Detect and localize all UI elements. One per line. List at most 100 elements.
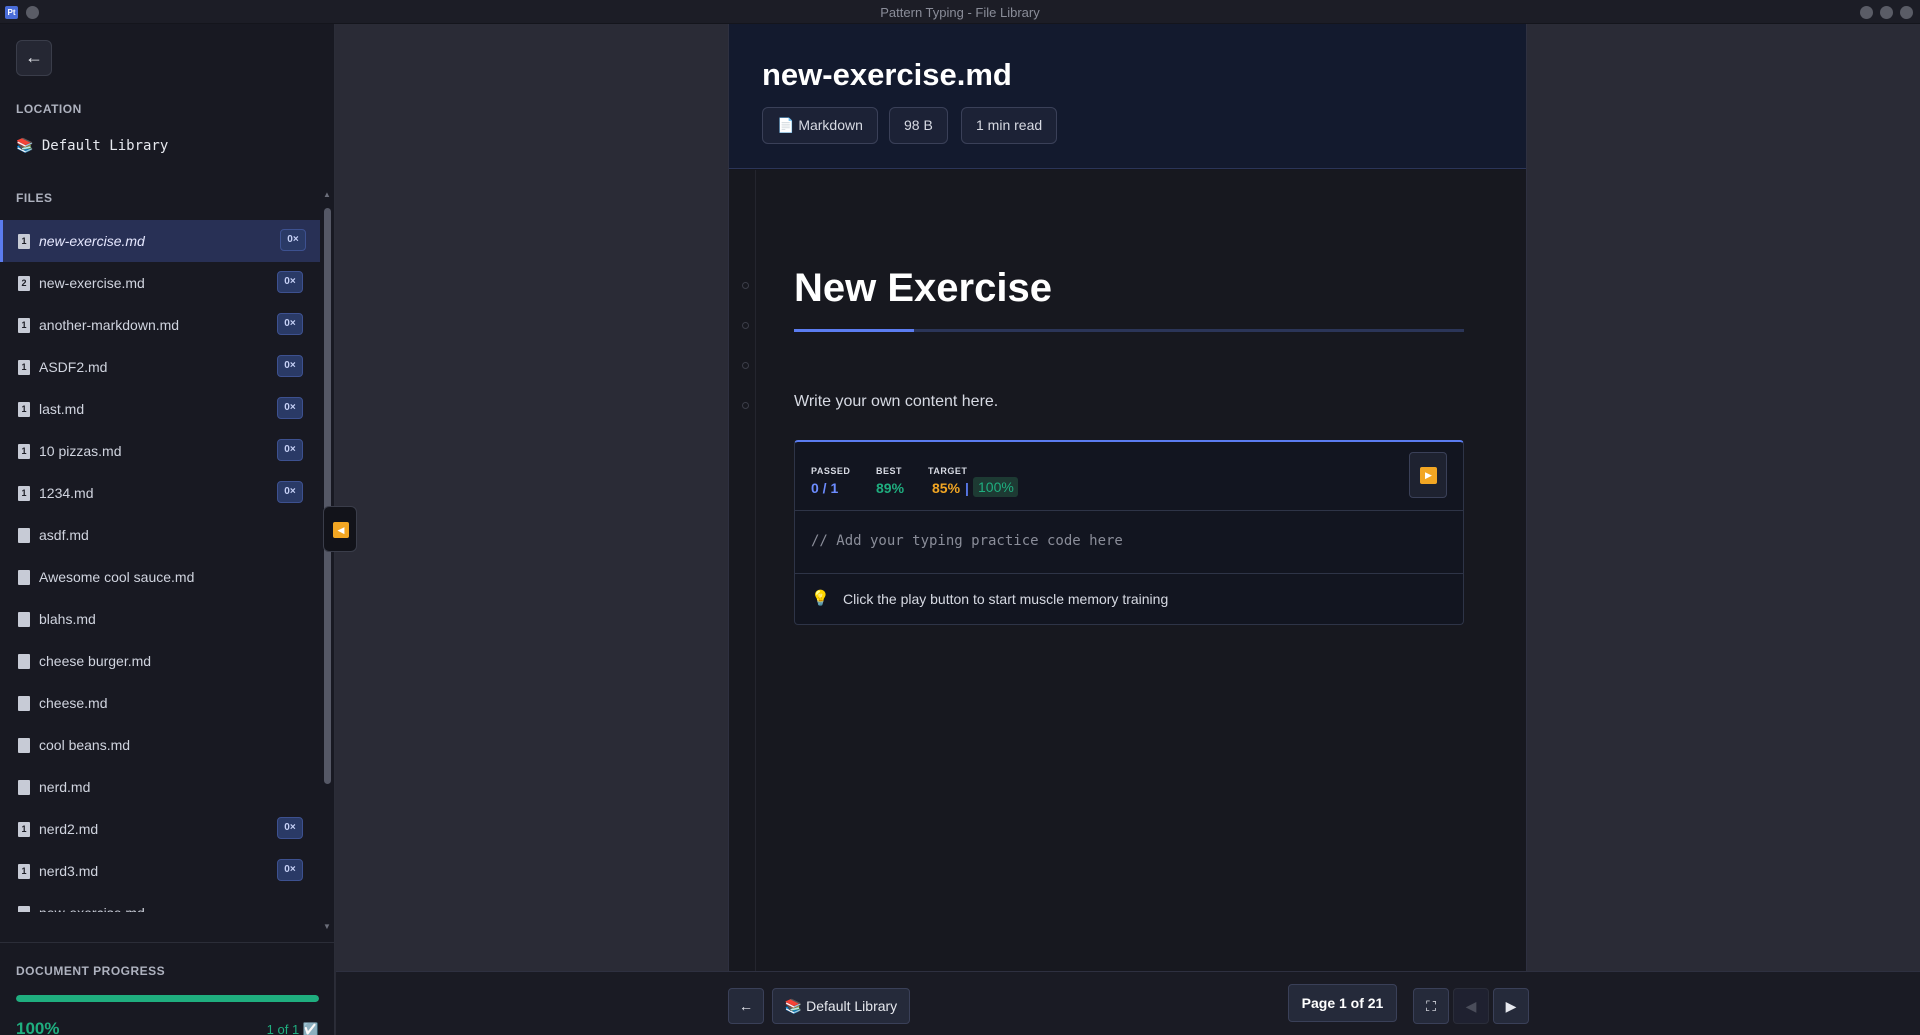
- file-icon: 2: [18, 275, 30, 291]
- file-list-item[interactable]: 1 nerd3.md 0×: [0, 850, 320, 892]
- document-panel: new-exercise.md 📄 Markdown 98 B 1 min re…: [728, 24, 1527, 971]
- fullscreen-button[interactable]: ⛶: [1413, 988, 1449, 1024]
- file-icon: 1: [18, 821, 30, 837]
- file-icon: 1: [18, 317, 30, 333]
- document-paragraph: Write your own content here.: [794, 393, 999, 410]
- location-name[interactable]: 📚 Default Library: [16, 138, 168, 154]
- back-button[interactable]: ←: [728, 988, 764, 1024]
- file-icon: 1: [18, 485, 30, 501]
- progress-count: 1 of 1 ☑️: [266, 1022, 319, 1035]
- file-name: cheese burger.md: [39, 653, 152, 669]
- best-label: BEST: [876, 466, 903, 476]
- file-list-item[interactable]: 1 nerd2.md 0×: [0, 808, 320, 850]
- maximize-button[interactable]: [1880, 6, 1893, 19]
- gutter-marker[interactable]: [742, 362, 749, 369]
- file-list-item[interactable]: new-exercise.md: [0, 892, 320, 912]
- sidebar-back-button[interactable]: ←: [16, 40, 52, 76]
- target-value: 85%: [932, 480, 961, 496]
- document-progress: DOCUMENT PROGRESS 100% 1 of 1 ☑️: [0, 942, 335, 1035]
- heading-underline-accent: [794, 329, 914, 332]
- file-list-item[interactable]: cheese burger.md: [0, 640, 320, 682]
- library-button[interactable]: 📚 Default Library: [772, 988, 910, 1024]
- play-exercise-button[interactable]: ▶: [1409, 452, 1447, 498]
- file-name: ASDF2.md: [39, 359, 108, 375]
- file-type-chip: 📄 Markdown: [762, 107, 878, 144]
- file-list-item[interactable]: cheese.md: [0, 682, 320, 724]
- document-filename: new-exercise.md: [762, 57, 1012, 92]
- file-icon: [18, 653, 30, 669]
- target-max-value: 100%: [978, 479, 1014, 495]
- scroll-up-icon[interactable]: ▲: [323, 190, 331, 199]
- file-name: another-markdown.md: [39, 317, 180, 333]
- file-list-item[interactable]: 1 ASDF2.md 0×: [0, 346, 320, 388]
- completion-count-badge: 0×: [277, 439, 303, 461]
- file-list-item[interactable]: 1 last.md 0×: [0, 388, 320, 430]
- exercise-code[interactable]: // Add your typing practice code here: [795, 512, 1463, 574]
- file-list: 1 new-exercise.md 0× 2 new-exercise.md 0× 1 ano…: [0, 220, 320, 912]
- file-name: new-exercise.md: [39, 275, 145, 291]
- completion-count-badge: 0×: [277, 817, 303, 839]
- file-icon: [18, 695, 30, 711]
- file-list-item[interactable]: nerd.md: [0, 766, 320, 808]
- file-name: blahs.md: [39, 611, 96, 627]
- document-body: New Exercise Write your own content here…: [729, 170, 1526, 971]
- prev-page-button[interactable]: ◀: [1453, 988, 1489, 1024]
- file-list-item[interactable]: Awesome cool sauce.md: [0, 556, 320, 598]
- exercise-hint: 💡 Click the play button to start muscle …: [795, 575, 1463, 625]
- file-size-chip: 98 B: [889, 107, 948, 144]
- completion-count-badge: 0×: [277, 271, 303, 293]
- file-icon: [18, 527, 30, 543]
- best-value: 89%: [876, 480, 905, 496]
- hint-text: Click the play button to start muscle me…: [843, 591, 1169, 607]
- scroll-down-icon[interactable]: ▼: [323, 922, 331, 931]
- read-time-chip: 1 min read: [961, 107, 1058, 144]
- lightbulb-icon: 💡: [811, 590, 830, 607]
- progress-label: DOCUMENT PROGRESS: [16, 964, 166, 978]
- file-list-item[interactable]: 1 another-markdown.md 0×: [0, 304, 320, 346]
- file-name: new-exercise.md: [39, 233, 145, 249]
- window-titlebar: Pt Pattern Typing - File Library: [0, 0, 1920, 24]
- file-list-item[interactable]: cool beans.md: [0, 724, 320, 766]
- exercise-card: PASSED 0 / 1 BEST 89% TARGET 85% | 100% …: [794, 440, 1464, 625]
- file-list-item[interactable]: 2 new-exercise.md 0×: [0, 262, 320, 304]
- document-heading: New Exercise: [794, 266, 1052, 310]
- gutter-marker[interactable]: [742, 402, 749, 409]
- file-icon: [18, 737, 30, 753]
- file-icon: [18, 569, 30, 585]
- minimize-button[interactable]: [1860, 6, 1873, 19]
- file-name: nerd2.md: [39, 821, 99, 837]
- file-list-item[interactable]: 1 10 pizzas.md 0×: [0, 430, 320, 472]
- next-page-button[interactable]: ▶: [1493, 988, 1529, 1024]
- file-icon: [18, 779, 30, 795]
- collapse-sidebar-button[interactable]: ◀: [323, 506, 357, 552]
- progress-percent: 100%: [16, 1019, 60, 1035]
- fullscreen-icon: ⛶: [1426, 998, 1436, 1014]
- completion-count-badge: 0×: [277, 397, 303, 419]
- file-list-item[interactable]: 1 1234.md 0×: [0, 472, 320, 514]
- file-icon: 1: [18, 443, 30, 459]
- file-list-item[interactable]: asdf.md: [0, 514, 320, 556]
- collapse-arrow-icon: ◀: [333, 522, 349, 538]
- window-title: Pattern Typing - File Library: [880, 5, 1040, 20]
- progress-fill: [16, 995, 319, 1002]
- scroll-thumb[interactable]: [324, 208, 331, 784]
- progress-bar: [16, 995, 319, 1002]
- completion-count-badge: 0×: [277, 313, 303, 335]
- completion-count-badge: 0×: [280, 229, 306, 251]
- passed-label: PASSED: [811, 466, 851, 476]
- next-icon: ▶: [1505, 998, 1517, 1014]
- close-button[interactable]: [1900, 6, 1913, 19]
- gutter-marker[interactable]: [742, 282, 749, 289]
- files-label: FILES: [16, 191, 53, 205]
- target-label: TARGET: [928, 466, 968, 476]
- gutter-marker[interactable]: [742, 322, 749, 329]
- document-header: new-exercise.md 📄 Markdown 98 B 1 min re…: [729, 24, 1526, 169]
- file-name: asdf.md: [39, 527, 89, 543]
- code-text: // Add your typing practice code here: [811, 533, 1123, 549]
- file-list-item[interactable]: blahs.md: [0, 598, 320, 640]
- file-name: 1234.md: [39, 485, 94, 501]
- file-icon: [18, 905, 30, 912]
- page-indicator: Page 1 of 21: [1288, 984, 1397, 1022]
- file-list-item[interactable]: 1 new-exercise.md 0×: [0, 220, 320, 262]
- gutter-line: [755, 170, 756, 971]
